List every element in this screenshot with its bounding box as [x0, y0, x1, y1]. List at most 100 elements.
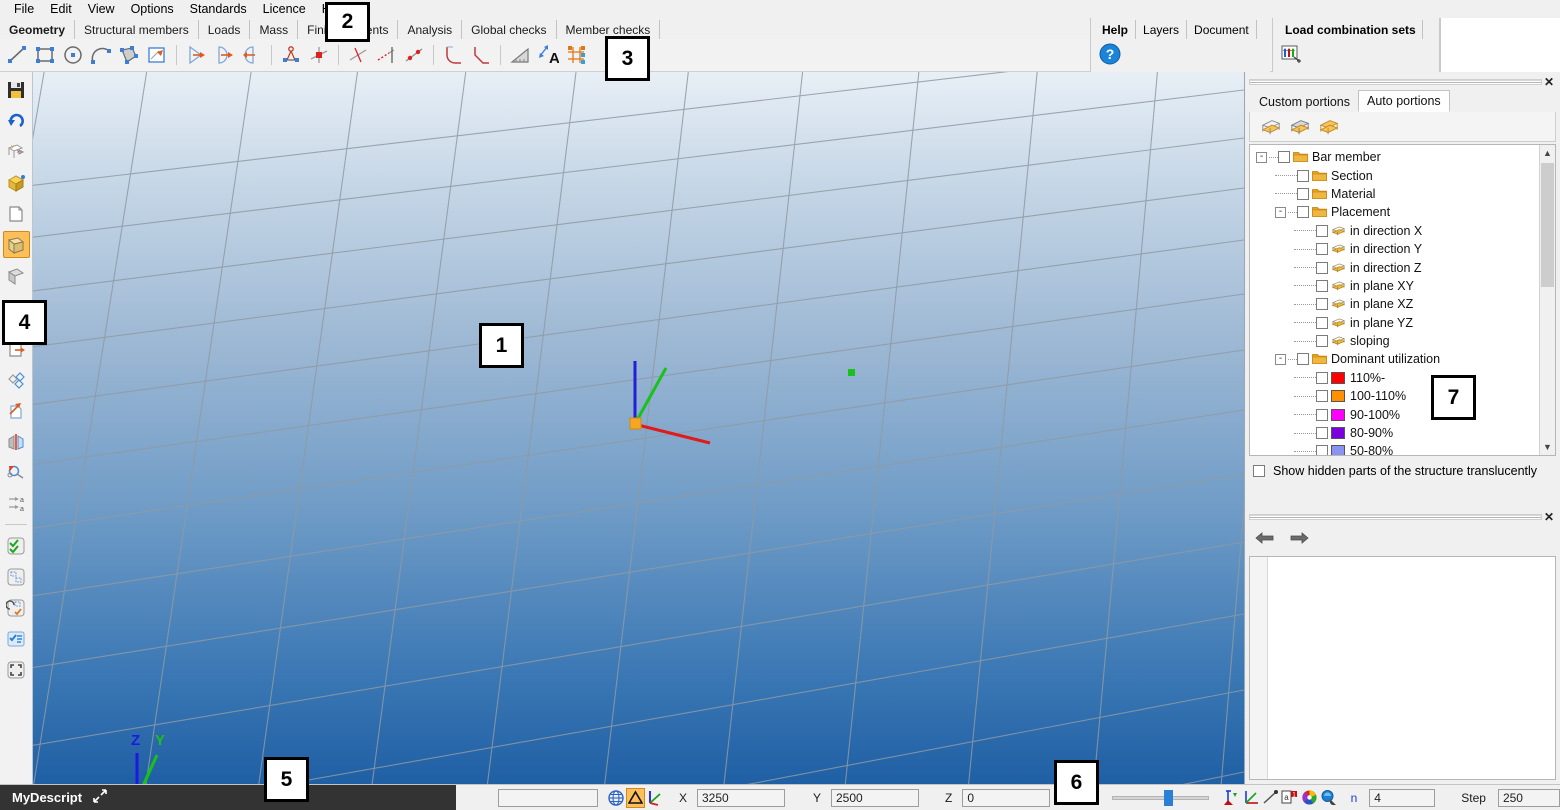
- menu-item-file[interactable]: File: [6, 1, 42, 17]
- add-node-icon[interactable]: [1223, 788, 1242, 808]
- expand-arrows-icon[interactable]: [92, 789, 108, 806]
- globe-snap-icon[interactable]: [607, 788, 626, 808]
- description-box[interactable]: MyDescript: [0, 784, 456, 810]
- tree-item-checkbox[interactable]: [1316, 445, 1328, 455]
- tree-item[interactable]: - Dominant utilization: [1250, 350, 1539, 368]
- folded-plane-icon[interactable]: [3, 262, 30, 289]
- swap-labels-icon[interactable]: aa: [3, 490, 30, 517]
- log-output-box[interactable]: [1249, 556, 1556, 780]
- tree-vertical-scrollbar[interactable]: ▲ ▼: [1539, 145, 1555, 455]
- panel-drag-grip[interactable]: [1249, 79, 1542, 85]
- tree-item[interactable]: sloping: [1250, 332, 1539, 350]
- axis-snap-icon[interactable]: [645, 788, 664, 808]
- mirror-icon[interactable]: [239, 42, 265, 68]
- menu-item-standards[interactable]: Standards: [182, 1, 255, 17]
- menu-item-view[interactable]: View: [80, 1, 123, 17]
- portion-selected-icon[interactable]: [1287, 115, 1313, 139]
- lower-dock-close-icon[interactable]: ✕: [1542, 510, 1556, 524]
- tab-help[interactable]: Help: [1095, 20, 1137, 39]
- tree-item-checkbox[interactable]: [1316, 316, 1328, 329]
- tree-item-checkbox[interactable]: [1297, 187, 1309, 200]
- load-combination-icon[interactable]: [1281, 44, 1303, 67]
- scroll-thumb[interactable]: [1541, 163, 1554, 287]
- render-mode-icon[interactable]: [1319, 788, 1338, 808]
- label-display-icon[interactable]: a 1: [1280, 788, 1299, 808]
- tree-item[interactable]: 50-80%: [1250, 442, 1539, 455]
- delta-snap-icon[interactable]: [625, 787, 646, 808]
- tree-item[interactable]: - Bar member: [1250, 148, 1539, 166]
- scroll-up-icon[interactable]: ▲: [1540, 145, 1555, 161]
- tab-loads[interactable]: Loads: [199, 20, 251, 39]
- tab-geometry[interactable]: Geometry: [0, 20, 76, 39]
- angle-measure-icon[interactable]: [507, 42, 533, 68]
- panel-close-icon[interactable]: ✕: [1542, 75, 1556, 89]
- trim-icon[interactable]: [345, 42, 371, 68]
- tree-item[interactable]: in direction Z: [1250, 258, 1539, 276]
- 3d-viewport[interactable]: Z Y X: [33, 72, 1244, 784]
- tab-mass[interactable]: Mass: [250, 20, 299, 39]
- check-list-icon[interactable]: [3, 625, 30, 652]
- scroll-down-icon[interactable]: ▼: [1540, 439, 1555, 455]
- tree-item[interactable]: in direction X: [1250, 222, 1539, 240]
- tab-load-combination-sets[interactable]: Load combination sets: [1279, 20, 1423, 39]
- tab-auto-portions[interactable]: Auto portions: [1358, 90, 1450, 112]
- 3d-cube-icon[interactable]: [3, 169, 30, 196]
- menu-item-licence[interactable]: Licence: [255, 1, 314, 17]
- tree-item-checkbox[interactable]: [1316, 298, 1328, 311]
- intersect-point-icon[interactable]: [306, 42, 332, 68]
- portion-highlighted-icon[interactable]: [1316, 115, 1342, 139]
- zoom-slider[interactable]: [1112, 789, 1209, 807]
- tree-item[interactable]: 110%-: [1250, 369, 1539, 387]
- coord-z-input[interactable]: [962, 788, 1051, 807]
- extrude-right-icon[interactable]: [183, 42, 209, 68]
- polygon-surface-icon[interactable]: [116, 42, 142, 68]
- tree-item-checkbox[interactable]: [1316, 261, 1328, 274]
- tree-item[interactable]: Section: [1250, 166, 1539, 184]
- line-icon[interactable]: [4, 42, 30, 68]
- check-all-icon[interactable]: [3, 532, 30, 559]
- color-wheel-icon[interactable]: [1299, 788, 1318, 808]
- menu-item-options[interactable]: Options: [123, 1, 182, 17]
- tree-item-checkbox[interactable]: [1278, 151, 1290, 164]
- zoom-select-icon[interactable]: [3, 459, 30, 486]
- n-input[interactable]: [1369, 788, 1436, 807]
- tree-item-checkbox[interactable]: [1297, 206, 1309, 219]
- tree-item-checkbox[interactable]: [1316, 335, 1328, 348]
- show-hidden-parts-checkbox[interactable]: [1253, 465, 1265, 477]
- tree-item[interactable]: in plane XY: [1250, 277, 1539, 295]
- line-style-icon[interactable]: [1261, 788, 1280, 808]
- step-input[interactable]: [1497, 788, 1560, 807]
- dimension-text-icon[interactable]: A: [535, 42, 561, 68]
- tab-custom-portions[interactable]: Custom portions: [1251, 92, 1360, 112]
- tree-item-checkbox[interactable]: [1316, 224, 1328, 237]
- arc-icon[interactable]: [88, 42, 114, 68]
- forward-arrow-icon[interactable]: [1289, 531, 1309, 548]
- tree-item[interactable]: Material: [1250, 185, 1539, 203]
- tree-item-checkbox[interactable]: [1297, 353, 1309, 366]
- tree-item-checkbox[interactable]: [1316, 408, 1328, 421]
- undo-icon[interactable]: [3, 107, 30, 134]
- select-box-icon[interactable]: [3, 563, 30, 590]
- work-plane-icon[interactable]: [2, 231, 30, 258]
- tree-item-checkbox[interactable]: [1297, 169, 1309, 182]
- lower-dock-drag-grip[interactable]: [1249, 514, 1542, 520]
- tree-item-checkbox[interactable]: [1316, 390, 1328, 403]
- menu-item-edit[interactable]: Edit: [42, 1, 80, 17]
- chamfer-icon[interactable]: [468, 42, 494, 68]
- navigation-triad[interactable]: Z Y X: [111, 727, 221, 784]
- revolve-icon[interactable]: [211, 42, 237, 68]
- coordinate-system-icon[interactable]: yx: [3, 138, 30, 165]
- mirror-plane-icon[interactable]: [3, 428, 30, 455]
- tree-expander-icon[interactable]: -: [1275, 206, 1286, 218]
- move-shape-icon[interactable]: [3, 397, 30, 424]
- rectangle-icon[interactable]: [32, 42, 58, 68]
- save-icon[interactable]: [3, 76, 30, 103]
- portions-tree[interactable]: - Bar member Section Material - Placement in d…: [1249, 144, 1556, 456]
- help-question-icon[interactable]: ?: [1099, 43, 1121, 68]
- tree-item[interactable]: 90-100%: [1250, 405, 1539, 423]
- circle-icon[interactable]: [60, 42, 86, 68]
- tree-item-checkbox[interactable]: [1316, 243, 1328, 256]
- tab-document[interactable]: Document: [1187, 20, 1257, 39]
- tab-structural-members[interactable]: Structural members: [75, 20, 199, 39]
- grid-settings-icon[interactable]: [563, 42, 589, 68]
